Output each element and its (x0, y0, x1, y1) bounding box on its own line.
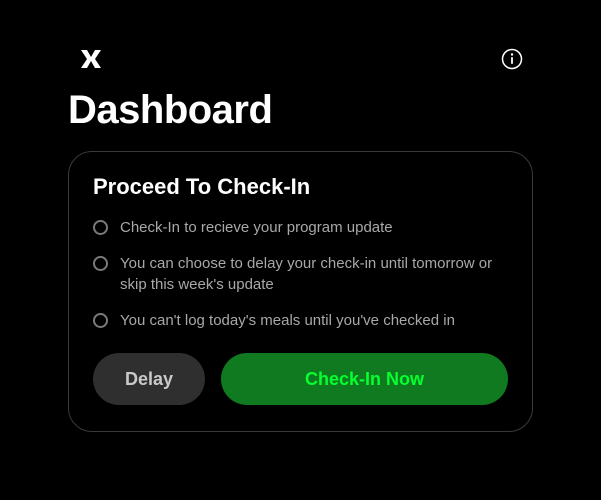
bullet-text: You can't log today's meals until you've… (120, 311, 455, 331)
app-root: Dashboard Proceed To Check-In Check-In t… (0, 0, 601, 432)
bullet-text: Check-In to recieve your program update (120, 218, 393, 238)
app-logo-icon[interactable] (80, 49, 102, 69)
button-row: Delay Check-In Now (93, 353, 508, 405)
info-icon[interactable] (501, 48, 523, 70)
circle-icon (93, 220, 108, 235)
delay-button[interactable]: Delay (93, 353, 205, 405)
list-item: Check-In to recieve your program update (93, 218, 508, 238)
list-item: You can choose to delay your check-in un… (93, 254, 508, 295)
circle-icon (93, 256, 108, 271)
card-title: Proceed To Check-In (93, 174, 508, 200)
page-title: Dashboard (68, 88, 533, 133)
list-item: You can't log today's meals until you've… (93, 311, 508, 331)
bullet-list: Check-In to recieve your program update … (93, 218, 508, 331)
bullet-text: You can choose to delay your check-in un… (120, 254, 508, 295)
checkin-now-button[interactable]: Check-In Now (221, 353, 508, 405)
checkin-card: Proceed To Check-In Check-In to recieve … (68, 151, 533, 432)
circle-icon (93, 313, 108, 328)
header-row (68, 48, 533, 70)
